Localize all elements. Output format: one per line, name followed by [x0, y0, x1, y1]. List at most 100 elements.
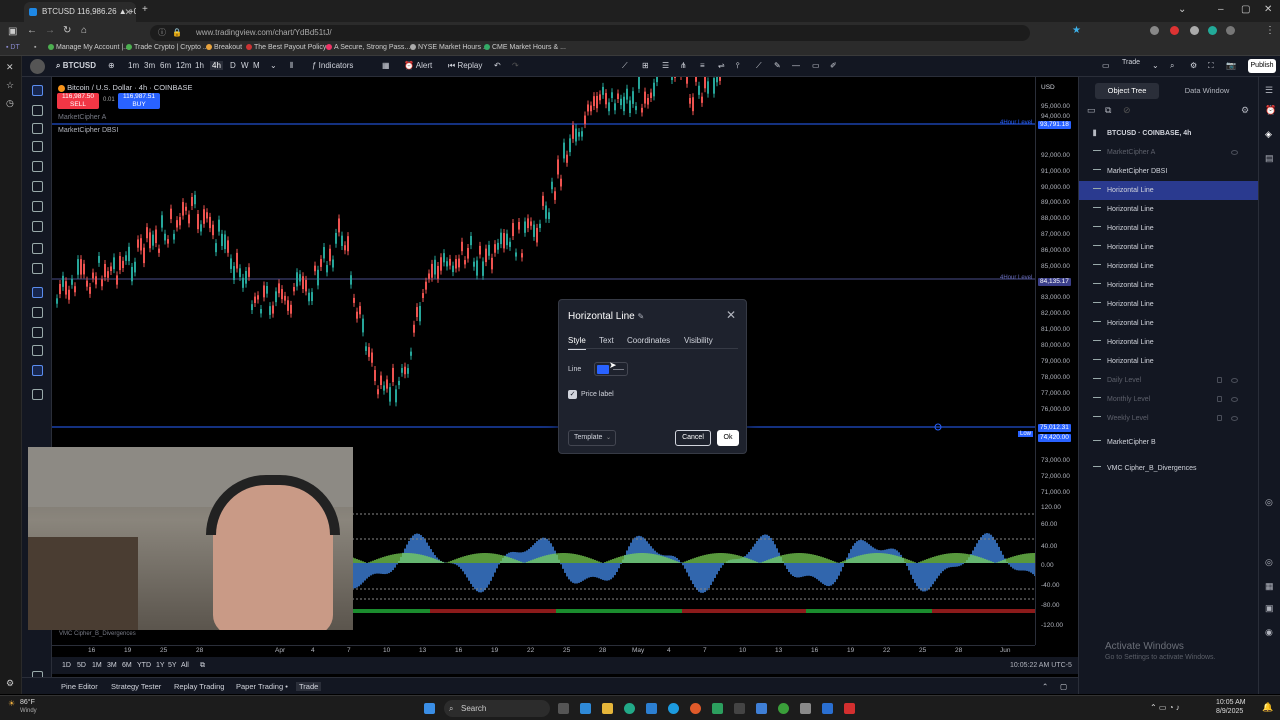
sell-button[interactable]: 116,987.50 SELL — [57, 93, 99, 109]
ok-button[interactable]: Ok — [717, 430, 739, 446]
sidebar-tabs-icon[interactable]: ☆ — [6, 80, 14, 91]
indicator-label[interactable]: MarketCipher A — [58, 114, 106, 121]
start-icon[interactable] — [424, 703, 435, 714]
settings-icon[interactable]: ⚙ — [1190, 61, 1197, 70]
undo-icon[interactable]: ↶ — [494, 61, 501, 70]
hide-drawings-icon[interactable] — [32, 345, 43, 356]
info-icon[interactable]: ⓘ — [158, 25, 166, 41]
notification-icon[interactable]: 🔔 — [1262, 702, 1273, 713]
home-icon[interactable]: ⌂ — [81, 25, 87, 36]
brush-icon[interactable]: ✎ — [774, 61, 781, 70]
rectangle-icon[interactable]: ▭ — [812, 61, 820, 70]
tab-pine-editor[interactable]: Pine Editor — [61, 682, 98, 691]
browser-tab[interactable]: BTCUSD 116,986.26 ▲ +0.26% ✕ — [24, 2, 136, 22]
tab-trade[interactable]: Trade — [296, 682, 322, 691]
layout-icon[interactable]: ☰ — [662, 61, 669, 70]
interval-w[interactable]: W — [241, 61, 249, 70]
line-color-swatch[interactable] — [597, 365, 609, 374]
tree-row[interactable]: MarketCipher DBSI — [1079, 162, 1259, 181]
replay-button[interactable]: ⏮ Replay — [448, 61, 482, 71]
settings-icon[interactable]: ⚙ — [1241, 105, 1249, 116]
interval-dropdown-icon[interactable]: ⌄ — [270, 61, 277, 70]
drawing-tool-icon[interactable]: ⟋ — [622, 61, 628, 71]
bookmark-item[interactable]: Trade Crypto | Crypto ... — [126, 44, 209, 51]
range-5y[interactable]: 5Y — [168, 662, 177, 669]
price-label-checkbox[interactable]: ✓ — [568, 390, 577, 399]
rename-pencil-icon[interactable]: ✎ — [638, 312, 645, 321]
pattern-icon[interactable]: ⫯ — [736, 61, 739, 71]
close-icon[interactable]: ✕ — [726, 308, 736, 322]
patterns-tool-icon[interactable] — [32, 221, 43, 232]
gann-icon[interactable]: ⇌ — [718, 61, 725, 70]
tab-text[interactable]: Text — [599, 336, 614, 345]
settings-icon[interactable]: ⚙ — [6, 678, 14, 689]
bookmark-item[interactable]: The Best Payout Policy... — [246, 44, 332, 51]
trash-icon[interactable] — [32, 389, 43, 400]
tab-coordinates[interactable]: Coordinates — [627, 336, 670, 345]
delete-icon[interactable]: ⊘ — [1123, 105, 1131, 116]
tree-row[interactable]: Horizontal Line — [1079, 276, 1259, 295]
tab-data-window[interactable]: Data Window — [1175, 83, 1239, 99]
chat-icon[interactable]: ▤ — [1265, 153, 1274, 164]
range-1d[interactable]: 1D — [62, 662, 71, 669]
tree-row[interactable]: Horizontal Line — [1079, 295, 1259, 314]
back-icon[interactable]: ← — [27, 25, 37, 36]
range-all[interactable]: All — [181, 662, 189, 669]
indicator-label[interactable]: MarketCipher DBSI — [58, 127, 118, 134]
tree-row[interactable]: Horizontal Line — [1079, 238, 1259, 257]
browser-icon[interactable] — [690, 703, 701, 714]
clone-icon[interactable]: ⧉ — [1105, 105, 1111, 116]
interval-d[interactable]: D — [230, 61, 236, 70]
weather-temp[interactable]: 86°F — [20, 699, 35, 706]
eye-icon[interactable] — [1231, 150, 1238, 155]
hline-tool-icon[interactable] — [32, 123, 43, 134]
bookmark-item[interactable]: Manage My Account |... — [48, 44, 129, 51]
watchlist-icon[interactable]: ☰ — [1265, 85, 1273, 96]
group-icon[interactable]: ▭ — [1087, 105, 1096, 116]
eye-icon[interactable] — [1231, 397, 1238, 402]
eye-icon[interactable] — [1231, 416, 1238, 421]
range-6m[interactable]: 6M — [122, 662, 132, 669]
maximize-panel-icon[interactable]: ▢ — [1060, 682, 1067, 691]
interval-6m[interactable]: 6m — [160, 61, 171, 70]
tab-paper-trading[interactable]: Paper Trading • — [236, 682, 288, 691]
publish-button[interactable]: Publish — [1248, 59, 1276, 73]
link-icon[interactable] — [32, 365, 43, 376]
bookmark-item[interactable]: CME Market Hours & ... — [484, 44, 566, 51]
cursor-tool-icon[interactable] — [32, 85, 43, 96]
cancel-button[interactable]: Cancel — [675, 430, 711, 446]
app-icon[interactable] — [778, 703, 789, 714]
magnet-tool-icon[interactable] — [32, 287, 43, 298]
extension-icon[interactable] — [1208, 26, 1217, 35]
history-icon[interactable]: ◷ — [6, 98, 14, 109]
ideas-icon[interactable]: ◎ — [1265, 497, 1273, 508]
trade-button[interactable]: Trade — [1122, 59, 1140, 66]
sidebar-toggle-icon[interactable]: ▣ — [8, 26, 17, 37]
tab-search-icon[interactable]: ⌄ — [1178, 4, 1186, 15]
bookmark-folder-icon[interactable]: ▪ — [34, 44, 36, 51]
text-tool-icon[interactable] — [32, 201, 43, 212]
tree-row[interactable]: Daily Level — [1079, 371, 1259, 390]
fullscreen-icon[interactable]: ⛶ — [1208, 61, 1214, 71]
tree-row[interactable]: Horizontal Line — [1079, 257, 1259, 276]
taskbar-time[interactable]: 10:05 AM — [1216, 699, 1246, 706]
interval-3m[interactable]: 3m — [144, 61, 155, 70]
time-axis[interactable]: 16 19 25 28 Apr 4 7 10 13 16 19 22 25 28 May 4 7 10 13 16 19… — [52, 645, 1035, 657]
ruler-tool-icon[interactable] — [32, 243, 43, 254]
tree-row[interactable]: Horizontal Line — [1079, 352, 1259, 371]
extension-icon[interactable] — [1190, 26, 1199, 35]
extension-icon[interactable] — [1226, 26, 1235, 35]
tab-object-tree[interactable]: Object Tree — [1095, 83, 1159, 99]
snapshot-icon[interactable]: 📷 — [1226, 61, 1236, 70]
tree-symbol-row[interactable]: ⫴ BTCUSD · COINBASE, 4h — [1079, 124, 1259, 143]
fib-tool-icon[interactable] — [32, 161, 43, 172]
range-3m[interactable]: 3M — [107, 662, 117, 669]
app-icon[interactable] — [800, 703, 811, 714]
buy-button[interactable]: 116,987.51 BUY — [118, 93, 160, 109]
interval-m[interactable]: M — [253, 61, 260, 70]
close-window-icon[interactable]: ✕ — [1264, 4, 1272, 15]
range-5d[interactable]: 5D — [77, 662, 86, 669]
stay-drawing-icon[interactable] — [32, 307, 43, 318]
minimize-icon[interactable]: – — [1218, 4, 1224, 15]
bookmark-item[interactable]: NYSE Market Hours ... — [410, 44, 489, 51]
